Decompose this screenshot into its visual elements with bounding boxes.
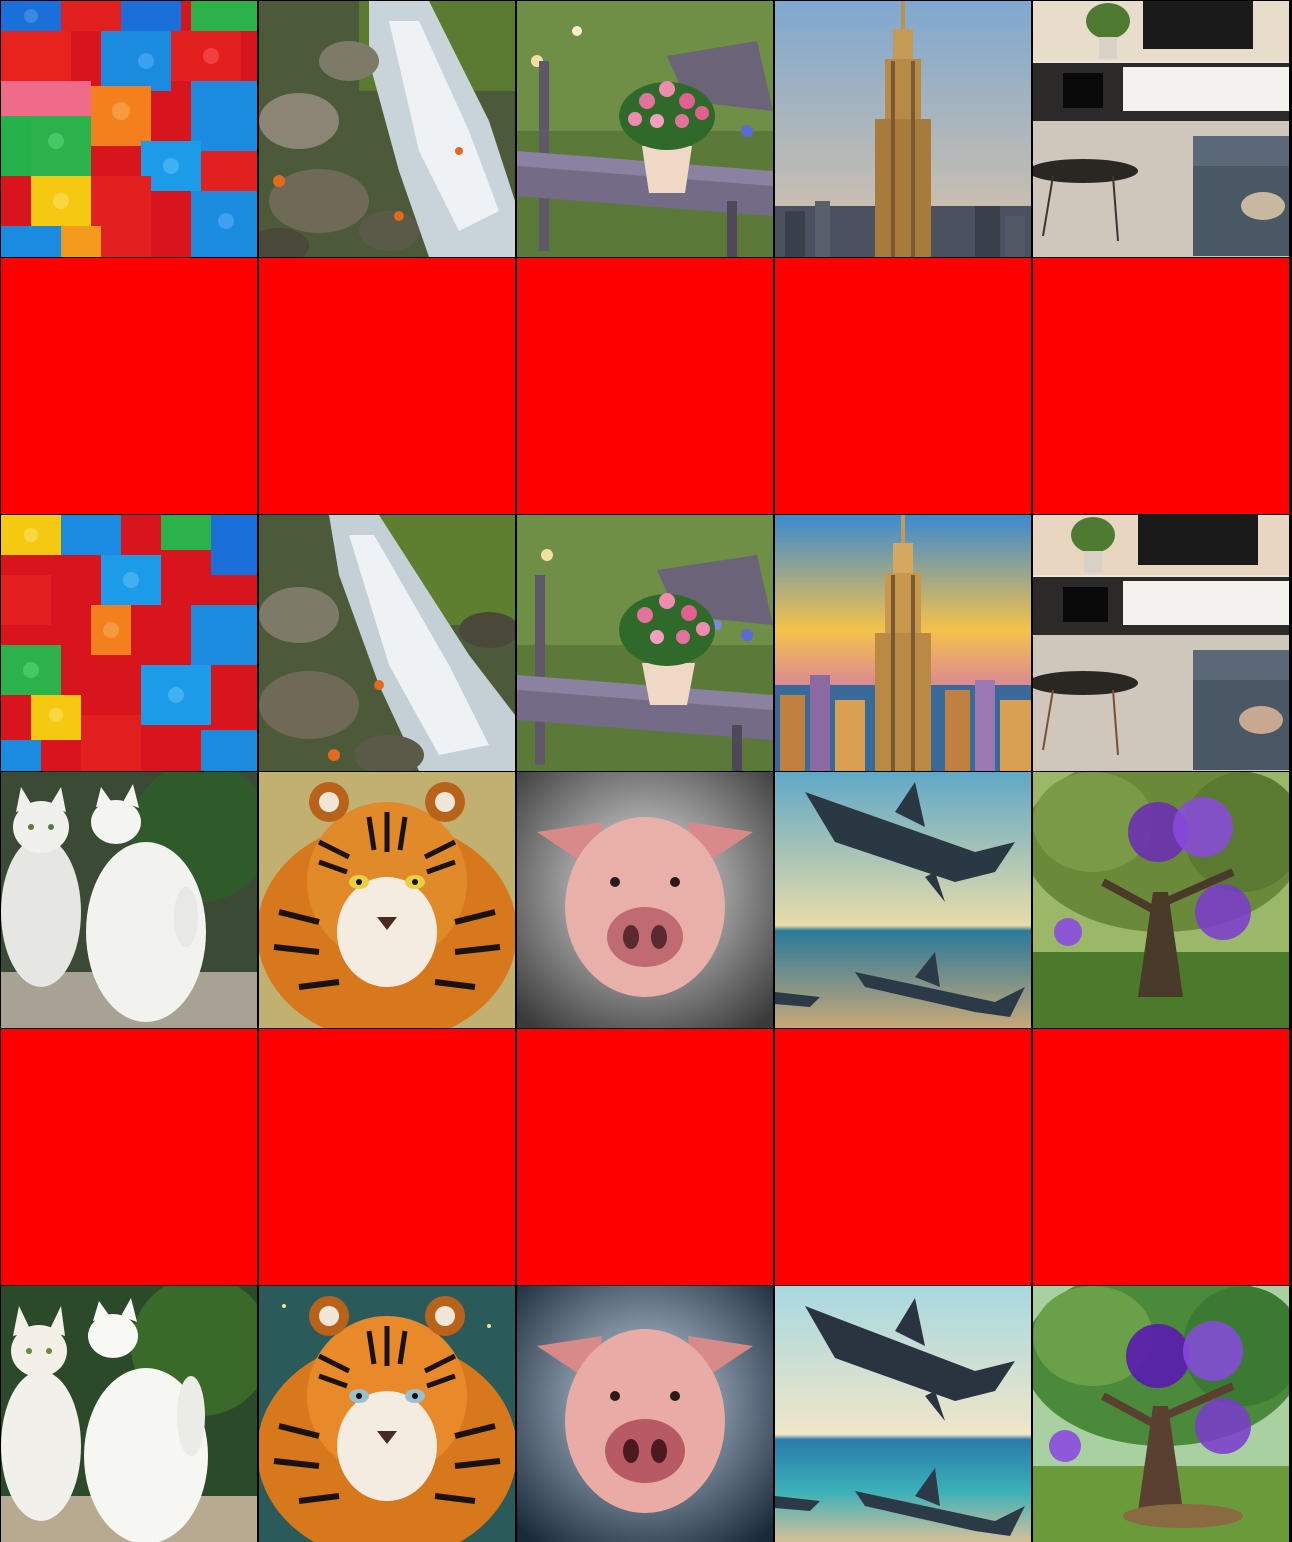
tile-pig: [517, 1286, 773, 1542]
tile-pig: [517, 772, 773, 1028]
tile-sharks: [775, 1286, 1031, 1542]
tile-flower-pot-on-bench: [517, 515, 773, 771]
red-placeholder-tile: [259, 1029, 515, 1285]
tile-tiger: [259, 772, 515, 1028]
red-placeholder-tile: [517, 258, 773, 514]
tile-tiger: [259, 1286, 515, 1542]
tile-tree-purple-balloons: [1033, 1286, 1289, 1542]
image-grid: [0, 0, 1292, 1542]
tile-empire-state-building: [775, 1, 1031, 257]
red-placeholder-tile: [1, 258, 257, 514]
tile-living-room: [1033, 1, 1289, 257]
red-placeholder-tile: [517, 1029, 773, 1285]
tile-flower-pot-on-bench: [517, 1, 773, 257]
tile-white-cats: [1, 772, 257, 1028]
red-placeholder-tile: [1, 1029, 257, 1285]
tile-sharks: [775, 772, 1031, 1028]
red-placeholder-tile: [259, 258, 515, 514]
tile-lego-bricks: [1, 1, 257, 257]
tile-mountain-stream: [259, 515, 515, 771]
tile-white-cats: [1, 1286, 257, 1542]
tile-living-room: [1033, 515, 1289, 771]
red-placeholder-tile: [1033, 1029, 1289, 1285]
tile-tree-purple-balloons: [1033, 772, 1289, 1028]
red-placeholder-tile: [775, 258, 1031, 514]
tile-lego-bricks: [1, 515, 257, 771]
red-placeholder-tile: [1033, 258, 1289, 514]
red-placeholder-tile: [775, 1029, 1031, 1285]
tile-empire-state-building-sunset: [775, 515, 1031, 771]
tile-mountain-stream: [259, 1, 515, 257]
